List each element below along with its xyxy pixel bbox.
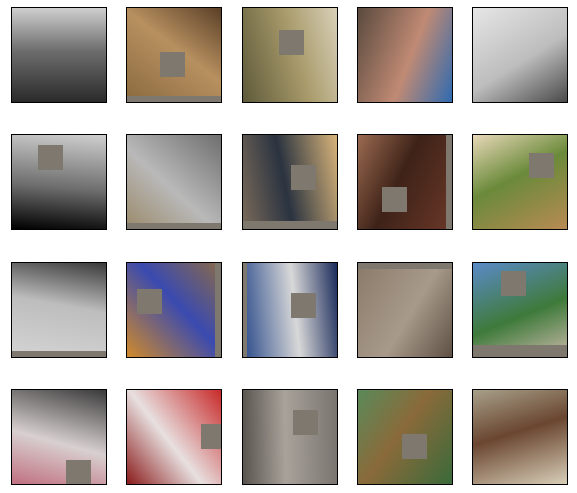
occlusion-patch: [402, 434, 427, 459]
image-tile-bullet-train: [11, 7, 107, 103]
tile-image: [358, 135, 452, 229]
tile-image: [243, 135, 337, 229]
tile-image: [12, 8, 106, 102]
image-tile-mobile-phone: [242, 134, 338, 230]
image-tile-escalator: [126, 134, 222, 230]
image-tile-camel: [126, 7, 222, 103]
image-grid: [0, 0, 577, 493]
image-tile-tower: [242, 262, 338, 358]
image-padding-strip: [12, 351, 106, 357]
image-tile-food-plate: [242, 7, 338, 103]
occlusion-patch: [501, 271, 526, 296]
occlusion-patch: [279, 30, 304, 55]
tile-image: [243, 390, 337, 484]
image-padding-strip: [127, 223, 221, 229]
tile-image: [12, 390, 106, 484]
image-tile-stone-tablet: [242, 389, 338, 485]
image-tile-appliance: [472, 7, 568, 103]
tile-image: [127, 135, 221, 229]
occlusion-patch: [293, 410, 318, 435]
image-tile-stone-ruins: [357, 262, 453, 358]
tile-image: [12, 263, 106, 357]
occlusion-patch: [160, 52, 185, 77]
image-tile-ram: [472, 389, 568, 485]
occlusion-patch: [529, 153, 554, 178]
image-tile-skyline-silhouette: [11, 134, 107, 230]
occlusion-patch: [137, 289, 162, 314]
tile-image: [473, 390, 567, 484]
image-padding-strip: [243, 263, 247, 357]
image-tile-performers-on-stage: [126, 389, 222, 485]
image-tile-sandwich: [472, 134, 568, 230]
occlusion-patch: [382, 187, 407, 212]
image-padding-strip: [446, 135, 452, 229]
image-padding-strip: [473, 345, 567, 357]
tile-image: [473, 8, 567, 102]
tile-image: [358, 8, 452, 102]
occlusion-patch: [66, 460, 91, 484]
image-tile-building-with-palms: [472, 262, 568, 358]
occlusion-patch: [201, 424, 221, 449]
image-tile-brick-building: [357, 134, 453, 230]
image-tile-child-with-hat: [357, 7, 453, 103]
occlusion-patch: [38, 145, 63, 170]
image-padding-strip: [215, 263, 221, 357]
image-tile-branch-sketch: [11, 262, 107, 358]
occlusion-patch: [291, 165, 316, 190]
tile-image: [473, 135, 567, 229]
image-padding-strip: [127, 96, 221, 102]
tile-image: [243, 8, 337, 102]
tile-image: [358, 263, 452, 357]
image-padding-strip: [243, 221, 337, 229]
image-tile-bears-in-forest: [357, 389, 453, 485]
image-padding-strip: [358, 263, 452, 269]
occlusion-patch: [291, 293, 316, 318]
image-tile-kimono-figures: [11, 389, 107, 485]
image-tile-school-bus: [126, 262, 222, 358]
tile-image: [243, 263, 337, 357]
